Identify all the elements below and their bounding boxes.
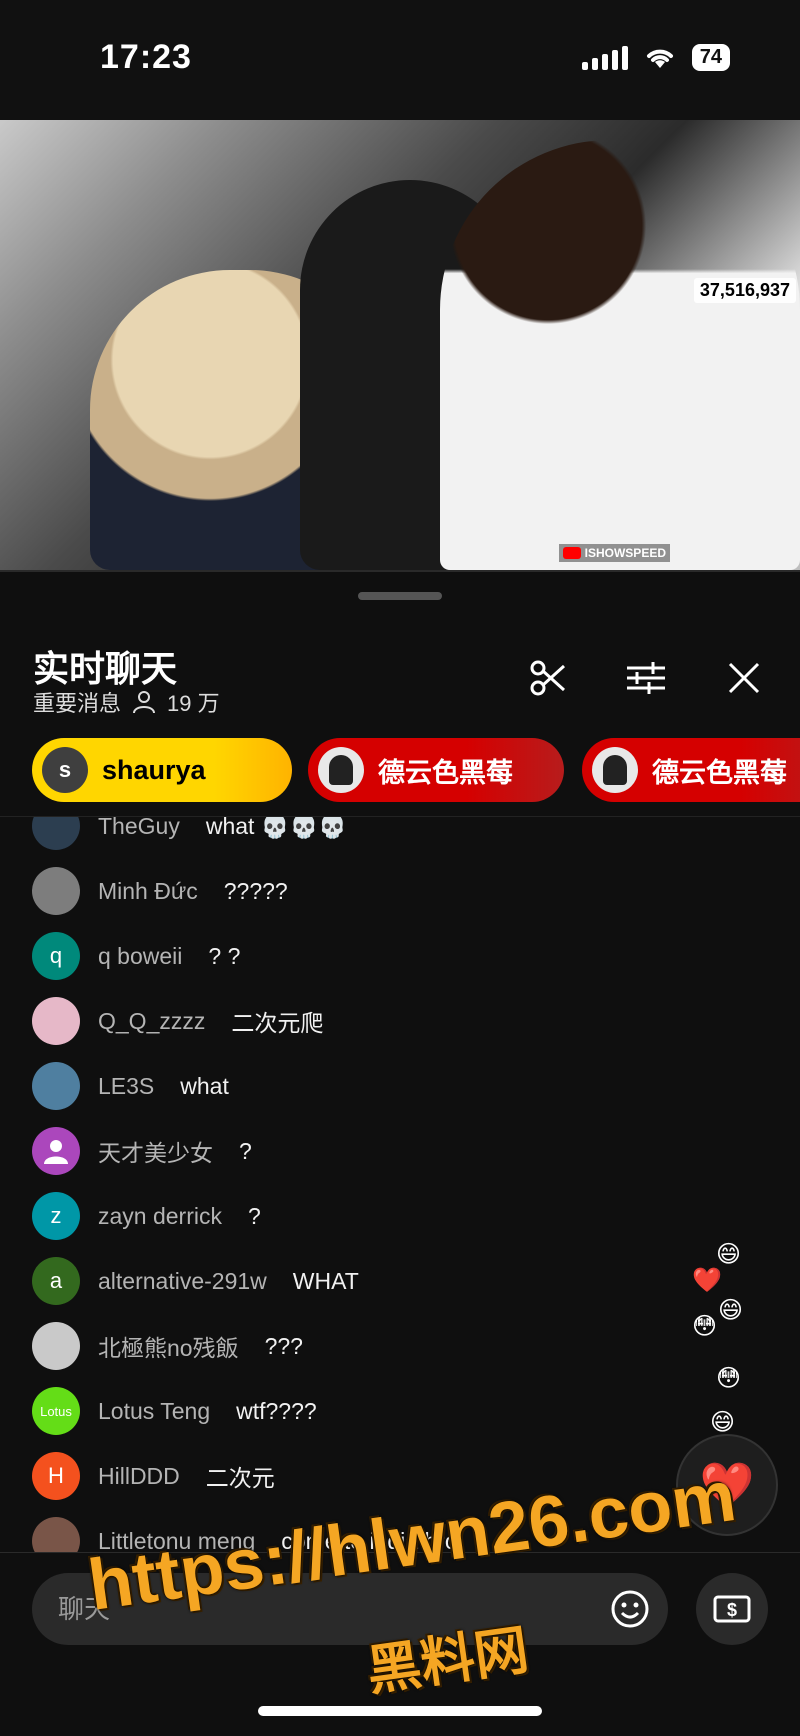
message-author: alternative-291w <box>98 1267 267 1294</box>
youtube-logo-icon <box>562 547 581 559</box>
sliders-icon <box>627 662 665 694</box>
superchat-author: 德云色黑莓 <box>378 757 513 788</box>
reaction-emoji: 😳 <box>716 1365 742 1392</box>
avatar[interactable]: q <box>32 932 80 980</box>
avatar <box>318 747 364 793</box>
message-text: 二次元爬 <box>231 1010 324 1036</box>
emoji-button[interactable] <box>608 1587 652 1631</box>
avatar <box>592 747 638 793</box>
chat-message[interactable]: Lotus Lotus Teng wtf???? <box>32 1386 317 1436</box>
drag-handle[interactable] <box>358 592 442 600</box>
dollar-note-icon: $ <box>713 1595 751 1623</box>
chat-message[interactable]: Minh Đức ????? <box>32 866 288 916</box>
chat-message[interactable]: LE3S what <box>32 1061 229 1111</box>
reaction-emoji: 😄 <box>716 1241 742 1268</box>
message-author: HillDDD <box>98 1462 180 1489</box>
video-person-right <box>440 140 800 570</box>
avatar[interactable]: Lotus <box>32 1387 80 1435</box>
chat-message[interactable]: 天才美少女 ? <box>32 1126 252 1176</box>
chat-filter-label[interactable]: 重要消息 <box>33 686 121 718</box>
message-author: Minh Đức <box>98 877 198 904</box>
default-avatar-icon <box>44 1140 68 1164</box>
chat-title: 实时聊天 <box>33 648 178 689</box>
message-text: ? <box>239 1137 252 1164</box>
message-author: Lotus Teng <box>98 1397 211 1424</box>
message-author: q boweii <box>98 942 183 969</box>
live-video-player[interactable]: 37,516,937 ISHOWSPEED <box>0 120 800 570</box>
status-bar: 17:23 74 <box>0 0 800 120</box>
video-viewer-count: 37,516,937 <box>693 278 796 303</box>
chat-message[interactable]: z zayn derrick ? <box>32 1191 261 1241</box>
chat-message[interactable]: a alternative-291w WHAT <box>32 1256 359 1306</box>
reaction-emoji: ❤️ <box>692 1267 722 1294</box>
person-icon <box>133 691 156 714</box>
reaction-emoji: 😳 <box>692 1313 718 1340</box>
super-chat-button[interactable]: $ <box>696 1573 768 1645</box>
status-time: 17:23 <box>100 38 192 76</box>
reaction-emoji: 😄 <box>718 1297 744 1324</box>
message-author: TheGuy <box>98 816 180 839</box>
status-icons: 74 <box>581 44 730 71</box>
chat-message[interactable]: 北極熊no残飯 ??? <box>32 1321 303 1371</box>
message-author: LE3S <box>98 1072 155 1099</box>
channel-watermark: ISHOWSPEED <box>558 544 670 562</box>
chat-viewer-count: 19 万 <box>167 691 220 716</box>
avatar[interactable] <box>32 997 80 1045</box>
message-text: ????? <box>223 877 288 904</box>
avatar[interactable] <box>32 817 80 850</box>
avatar[interactable] <box>32 1062 80 1110</box>
channel-tag-label: ISHOWSPEED <box>584 546 666 560</box>
superchat-chip[interactable]: s shaurya <box>32 738 292 802</box>
chat-message[interactable]: H HillDDD 二次元 <box>32 1451 275 1501</box>
avatar[interactable]: z <box>32 1192 80 1240</box>
message-text: 二次元 <box>205 1465 275 1491</box>
message-text: ? <box>247 1202 261 1229</box>
superchat-chip[interactable]: 德云色黑莓 <box>582 738 800 802</box>
clip-button[interactable] <box>520 650 576 706</box>
avatar[interactable] <box>32 1127 80 1175</box>
message-text: what 💀💀💀 <box>205 816 347 839</box>
home-indicator[interactable] <box>258 1706 542 1716</box>
message-text: ??? <box>264 1332 303 1359</box>
cellular-signal-icon <box>581 45 628 70</box>
chat-subtitle: 重要消息 19 万 <box>33 686 220 718</box>
message-text: what <box>180 1072 229 1099</box>
message-text: wtf???? <box>236 1397 317 1424</box>
chat-settings-button[interactable] <box>618 650 674 706</box>
message-author: 北極熊no残飯 <box>98 1335 239 1361</box>
close-icon <box>728 662 760 694</box>
message-text: WHAT <box>292 1267 359 1294</box>
chat-message[interactable]: Q_Q_zzzz 二次元爬 <box>32 996 323 1046</box>
superchat-author: shaurya <box>102 754 206 785</box>
message-author: zayn derrick <box>98 1202 222 1229</box>
battery-indicator: 74 <box>691 44 730 71</box>
avatar[interactable] <box>32 1322 80 1370</box>
chat-message[interactable]: TheGuy what 💀💀💀 <box>32 816 347 851</box>
message-author: 天才美少女 <box>98 1140 213 1166</box>
avatar[interactable] <box>32 867 80 915</box>
message-text: ? ? <box>208 942 241 969</box>
smiley-icon <box>611 1590 649 1628</box>
superchat-ticker: s shaurya 德云色黑莓 德云色黑莓 <box>0 738 800 808</box>
wifi-icon <box>646 49 673 68</box>
avatar[interactable]: a <box>32 1257 80 1305</box>
chat-message[interactable]: q q boweii ? ? <box>32 931 240 981</box>
close-chat-button[interactable] <box>716 650 772 706</box>
message-author: Q_Q_zzzz <box>98 1007 206 1034</box>
reaction-emoji: 😄 <box>710 1409 736 1436</box>
superchat-chip[interactable]: 德云色黑莓 <box>308 738 564 802</box>
avatar: s <box>42 747 88 793</box>
scissors-icon <box>530 660 566 696</box>
superchat-author: 德云色黑莓 <box>652 757 787 788</box>
svg-text:$: $ <box>727 1600 737 1620</box>
avatar[interactable]: H <box>32 1452 80 1500</box>
